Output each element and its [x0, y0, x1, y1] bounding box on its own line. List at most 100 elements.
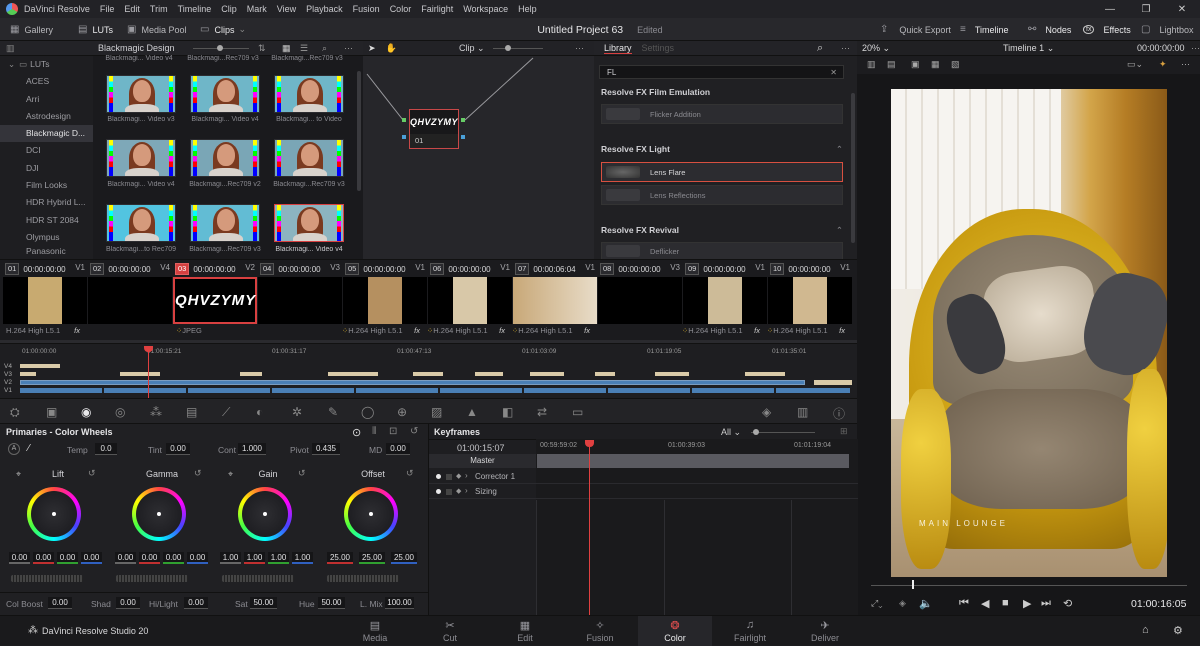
clip-thumbnail[interactable] — [428, 277, 512, 324]
colboost-field[interactable]: 0.00 — [48, 597, 72, 609]
slider-handle[interactable] — [217, 45, 223, 51]
more-options-icon[interactable]: ⋯ — [344, 43, 353, 54]
hdr-wheels-icon[interactable]: ◎ — [115, 405, 125, 419]
tree-item-aces[interactable]: ACES — [0, 73, 93, 90]
gain-green[interactable]: 1.00 — [268, 552, 289, 564]
clips-button[interactable]: ▭ Clips ⌄ — [200, 18, 246, 41]
color-wheels-icon[interactable]: ◉ — [81, 405, 91, 419]
crosshair-icon[interactable]: ⌖ — [16, 469, 21, 480]
clip-10[interactable]: 10 00:00:00:00 V1 ⁘ H.264 High L5.1 fx — [767, 260, 852, 344]
menu-workspace[interactable]: Workspace — [463, 4, 508, 14]
viewer-mode-icon[interactable]: ▭⌄ — [1127, 59, 1143, 70]
track-clip[interactable] — [475, 372, 503, 376]
shad-field[interactable]: 0.00 — [116, 597, 140, 609]
tree-item-luts[interactable]: ⌄ ▭ LUTs — [0, 56, 93, 73]
highlight-icon[interactable]: ▣ — [911, 59, 920, 70]
playhead-handle[interactable] — [585, 440, 594, 447]
auto-balance-icon[interactable]: A — [8, 443, 20, 455]
rgb-mixer-icon[interactable]: ⁂ — [150, 405, 162, 419]
clear-search-icon[interactable]: ✕ — [830, 68, 837, 77]
lut-thumbnail[interactable] — [190, 204, 260, 242]
settings-gear-icon[interactable]: ⚙ — [1173, 624, 1183, 637]
hilight-field[interactable]: 0.00 — [184, 597, 208, 609]
fx-icon[interactable]: fx — [754, 326, 760, 335]
clip-08[interactable]: 08 00:00:00:00 V3 — [598, 260, 682, 344]
menu-fusion[interactable]: Fusion — [353, 4, 380, 14]
fx-icon[interactable]: fx — [584, 326, 590, 335]
tool-icon[interactable]: ⤢⌄ — [871, 598, 882, 609]
track-clip[interactable] — [328, 372, 378, 376]
hand-tool-icon[interactable]: ✋ — [386, 43, 397, 54]
temp-field[interactable]: 0.0 — [95, 443, 117, 455]
tree-item-arri[interactable]: Arri — [0, 91, 93, 108]
lut-thumbnail[interactable] — [274, 75, 344, 113]
section-fx-light[interactable]: Resolve FX Light ⌃ — [594, 140, 857, 158]
lift-red[interactable]: 0.00 — [33, 552, 54, 564]
gain-red[interactable]: 1.00 — [244, 552, 265, 564]
clip-02[interactable]: 02 00:00:00:00 V4 — [88, 260, 172, 344]
master-track-bar[interactable] — [537, 454, 849, 468]
lift-master[interactable]: 0.00 — [9, 552, 30, 564]
lift-blue[interactable]: 0.00 — [81, 552, 102, 564]
search-icon[interactable]: ⌕ — [817, 42, 823, 55]
sat-field[interactable]: 50.00 — [250, 597, 277, 609]
keyframe-row-sizing[interactable]: ◆ › Sizing — [429, 485, 858, 499]
clip-09[interactable]: 09 00:00:00:00 V1 ⁘ H.264 High L5.1 fx — [682, 260, 767, 344]
tracker-icon[interactable]: ⊕ — [397, 405, 407, 419]
track-clip[interactable] — [745, 372, 785, 376]
menu-file[interactable]: File — [100, 4, 115, 14]
home-icon[interactable]: ⌂ — [1142, 624, 1149, 636]
minimize-icon[interactable]: — — [1092, 4, 1128, 15]
menu-help[interactable]: Help — [518, 4, 537, 14]
gamma-red[interactable]: 0.00 — [139, 552, 160, 564]
tree-item-panasonic[interactable]: Panasonic — [0, 246, 93, 256]
nodes-button[interactable]: ⚯ Nodes — [1028, 18, 1071, 41]
page-color[interactable]: ❂ Color — [638, 616, 712, 646]
loop-icon[interactable]: ⟲ — [1063, 597, 1072, 610]
list-view-icon[interactable]: ☰ — [300, 43, 308, 54]
tree-item-dji[interactable]: DJI — [0, 160, 93, 177]
menu-trim[interactable]: Trim — [150, 4, 168, 14]
clip-mode-dropdown[interactable]: Clip ⌄ — [459, 43, 485, 54]
visibility-dot[interactable] — [436, 474, 441, 479]
page-cut[interactable]: ✂ Cut — [413, 616, 487, 646]
mini-timeline[interactable]: 01:00:00:00 01:00:15:21 01:00:31:17 01:00:4… — [0, 343, 857, 399]
stop-icon[interactable]: ■ — [1002, 597, 1009, 609]
expand-icon[interactable]: ⊞ — [840, 426, 848, 437]
more-options-icon[interactable]: ⋯ — [1181, 59, 1190, 70]
lut-thumbnail[interactable] — [106, 139, 176, 177]
sort-icon[interactable]: ⇅ — [258, 43, 266, 54]
window-icon[interactable]: ◯ — [361, 405, 374, 419]
color-warper-icon[interactable]: ◐ — [256, 405, 263, 419]
keyframe-zoom-handle[interactable] — [753, 429, 759, 435]
menu-edit[interactable]: Edit — [124, 4, 140, 14]
keyframe-icon[interactable]: ◈ — [762, 405, 771, 419]
track-clip[interactable] — [120, 372, 160, 376]
qualifier-icon[interactable]: ✲ — [292, 405, 302, 419]
layers-icon[interactable]: ◈ — [899, 598, 906, 609]
grid-icon[interactable]: ▦ — [931, 59, 940, 70]
timeline-button[interactable]: ≡ Timeline — [960, 18, 1009, 41]
clip-thumbnail[interactable] — [683, 277, 767, 324]
md-field[interactable]: 0.00 — [386, 443, 410, 455]
gamma-wheel[interactable] — [132, 487, 186, 541]
media-pool-button[interactable]: ▣ Media Pool — [127, 18, 186, 41]
clip-thumbnail[interactable] — [258, 277, 342, 324]
clip-thumbnail[interactable] — [768, 277, 852, 324]
tree-item-astrodesign[interactable]: Astrodesign — [0, 108, 93, 125]
crosshair-icon[interactable]: ⌖ — [228, 469, 233, 480]
effect-deflicker[interactable]: Deflicker — [601, 242, 843, 259]
lmix-field[interactable]: 100.00 — [385, 597, 414, 609]
contrast-field[interactable]: 1.000 — [238, 443, 266, 455]
clip-04[interactable]: 04 00:00:00:00 V3 — [258, 260, 342, 344]
library-scrollbar[interactable] — [851, 93, 855, 243]
lift-green[interactable]: 0.00 — [57, 552, 78, 564]
track-clip[interactable] — [655, 372, 689, 376]
effect-lens-flare[interactable]: Lens Flare — [601, 162, 843, 182]
gain-master[interactable]: 1.00 — [220, 552, 241, 564]
motion-effects-icon[interactable]: ▤ — [186, 405, 197, 419]
picker-icon[interactable]: ⁄ — [28, 443, 30, 454]
video-frame[interactable]: MAIN LOUNGE — [891, 89, 1167, 577]
curves-icon[interactable]: ⟋ — [222, 405, 230, 420]
lut-thumbnail-selected[interactable] — [274, 204, 344, 242]
